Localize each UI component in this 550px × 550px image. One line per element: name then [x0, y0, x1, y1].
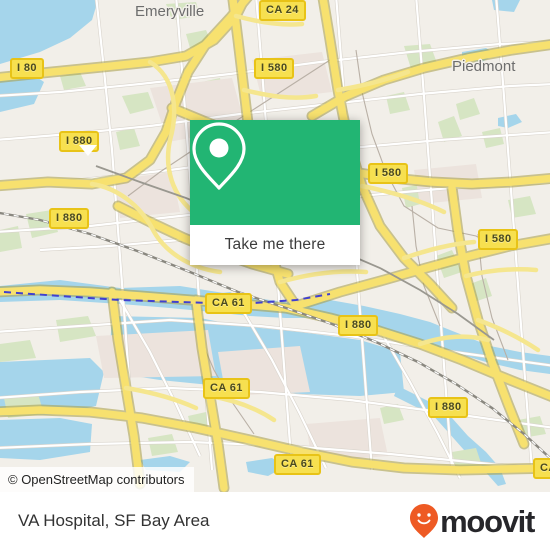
- footer-bar: VA Hospital, SF Bay Area moovit: [0, 492, 550, 550]
- map-pin-icon: [192, 122, 246, 190]
- take-me-there-button[interactable]: Take me there: [190, 225, 360, 265]
- shield-ca-61-north: CA 61: [205, 293, 252, 314]
- map-canvas[interactable]: Emeryville Piedmont CA 24 I 80 I 580 I 8…: [0, 0, 550, 492]
- popup-pin-area: [190, 120, 360, 225]
- shield-i-880-southeast: I 880: [428, 397, 469, 418]
- place-label-emeryville: Emeryville: [135, 3, 205, 20]
- footer-content: VA Hospital, SF Bay Area moovit: [0, 492, 550, 550]
- moovit-wordmark: moovit: [440, 503, 535, 539]
- water-west-bay-2: [0, 418, 92, 460]
- shield-ca-61-south: CA 61: [274, 454, 321, 475]
- shield-i-580-center: I 580: [368, 163, 409, 184]
- moovit-logo[interactable]: moovit: [409, 503, 535, 539]
- popup-tail-pointer: [79, 145, 97, 156]
- moovit-pin-smile-icon: [410, 504, 439, 538]
- shield-i-580-north: I 580: [254, 58, 295, 79]
- shield-ca-24: CA 24: [259, 0, 306, 21]
- shield-i-880-west: I 880: [49, 208, 90, 229]
- osm-attribution[interactable]: © OpenStreetMap contributors: [0, 467, 194, 492]
- shield-ca-61-center: CA 61: [203, 378, 250, 399]
- shield-i-580-east: I 580: [478, 229, 519, 250]
- page-title: VA Hospital, SF Bay Area: [18, 511, 210, 530]
- shield-i-880-center: I 880: [338, 315, 379, 336]
- shield-i-80: I 80: [10, 58, 44, 79]
- shield-ca-edge: CA: [533, 458, 550, 479]
- destination-popup[interactable]: Take me there: [190, 120, 360, 265]
- map-screenshot: Emeryville Piedmont CA 24 I 80 I 580 I 8…: [0, 0, 550, 550]
- place-label-piedmont: Piedmont: [452, 58, 516, 75]
